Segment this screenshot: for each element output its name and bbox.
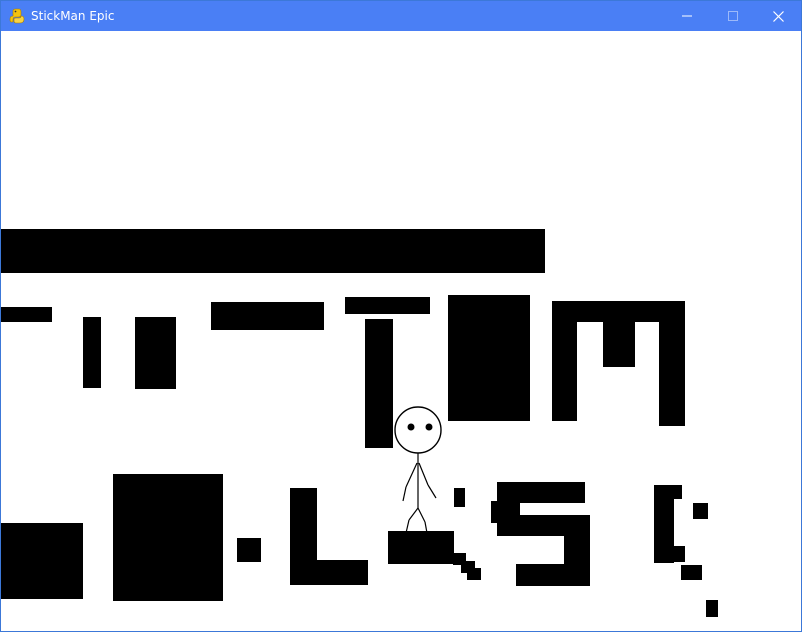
stickman-player — [394, 406, 442, 534]
wall-block — [603, 301, 635, 367]
floor-block — [1, 523, 83, 599]
maximize-icon — [728, 11, 738, 21]
maximize-button[interactable] — [710, 1, 756, 31]
game-window: StickMan Epic — [0, 0, 802, 632]
minimize-icon — [682, 15, 692, 17]
game-canvas[interactable] — [1, 31, 801, 631]
wall-block — [659, 301, 685, 426]
floor-block — [671, 546, 685, 562]
floor-block — [661, 485, 682, 499]
floor-block — [706, 600, 718, 617]
minimize-button[interactable] — [664, 1, 710, 31]
window-title: StickMan Epic — [31, 9, 115, 23]
wall-block — [345, 297, 430, 314]
wall-block — [552, 301, 577, 421]
floor-block — [516, 564, 590, 586]
floor-block — [681, 565, 702, 580]
title-bar[interactable]: StickMan Epic — [1, 1, 801, 31]
wall-block — [1, 307, 52, 322]
floor-block — [113, 474, 223, 601]
close-icon — [772, 10, 784, 22]
close-button[interactable] — [755, 1, 801, 31]
floor-block — [491, 501, 504, 523]
wall-block — [83, 317, 101, 388]
floor-block — [454, 488, 465, 507]
wall-block — [135, 317, 176, 389]
floor-block — [237, 538, 261, 562]
pillar-block — [365, 319, 393, 448]
ledge-platform — [1, 229, 545, 273]
wall-block — [448, 295, 530, 421]
wall-block — [211, 302, 324, 330]
floor-block — [693, 503, 708, 519]
floor-block — [290, 560, 368, 585]
python-snake-icon — [9, 8, 25, 24]
floor-block — [467, 568, 481, 580]
